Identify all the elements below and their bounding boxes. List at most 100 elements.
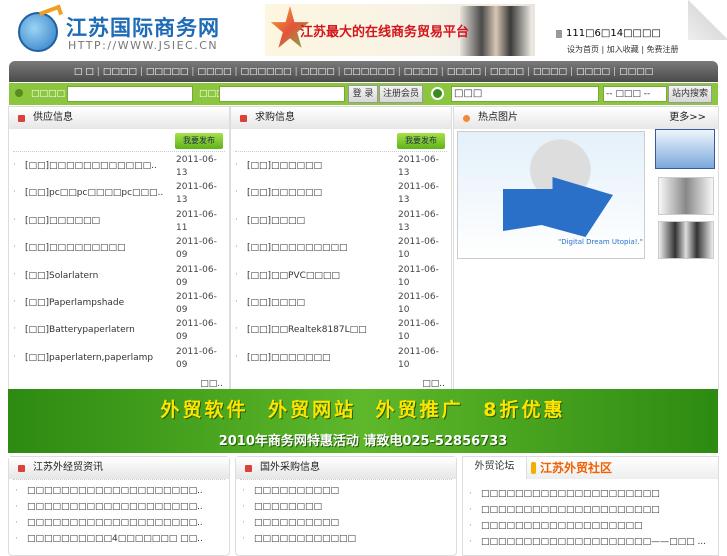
more-link[interactable]: □□.. (422, 379, 445, 389)
item-title[interactable]: [□□]□□□□□□ (247, 161, 322, 171)
nav-item[interactable]: □□□□ (197, 67, 231, 77)
promo-contact: 2010年商务网特惠活动 请致电025-52856733 (218, 434, 508, 449)
item-date: 2011-06-09 (176, 319, 217, 343)
item-title[interactable]: [□□]□□PVC□□□□ (247, 271, 340, 281)
list-item[interactable]: · [□□]pc□□pc□□□□pc□□□.. 2011-06-13 (9, 179, 229, 206)
item-title[interactable]: [□□]□□□□□□□ (247, 353, 331, 363)
list-item[interactable]: · [□□]paperlatern,paperlamp 2011-06-09 (9, 344, 229, 371)
item-title[interactable]: [□□]Batterypaperlatern (25, 325, 135, 335)
main-hot-image[interactable]: "Digital Dream Utopia!." (457, 131, 645, 259)
bullet: · (235, 242, 238, 253)
nav-item[interactable]: □□□□ (533, 67, 567, 77)
list-item[interactable]: □□□□□□□□□□□□□□□□□□□□.. (9, 499, 229, 515)
thumbnail-1[interactable] (655, 129, 715, 169)
bullet: · (13, 160, 16, 170)
post-supply-button[interactable]: 我要发布 (175, 133, 223, 149)
list-item[interactable]: □□□□□□□□□□□□□□□□□□□□.. (9, 515, 229, 531)
category-select[interactable]: -- □□□ -- (603, 86, 667, 102)
list-item[interactable]: · [□□]□□□□□□ 2011-06-13 (231, 152, 451, 179)
list-item[interactable]: · [□□]Batterypaperlatern 2011-06-09 (9, 316, 229, 343)
list-item[interactable]: · [□□]□□□□□□ 2011-06-13 (231, 179, 451, 206)
nav-item[interactable]: □□□□ (103, 67, 137, 77)
site-search-button[interactable]: 站内搜索 (668, 85, 712, 103)
nav-item[interactable]: □□□□ (619, 67, 653, 77)
list-item[interactable]: □□□□□□□□□□ (236, 483, 456, 499)
nav-separator: | (96, 66, 100, 77)
bullet: · (13, 269, 16, 280)
list-item[interactable]: · [□□]Paperlampshade 2011-06-09 (9, 289, 229, 316)
nav-separator: | (613, 66, 617, 77)
promo-banner[interactable]: 外贸软件 外贸网站 外贸推广 8折优惠 2010年商务网特惠活动 请致电025-… (8, 389, 718, 453)
top-links[interactable]: 设为首页 | 加入收藏 | 免费注册 (567, 44, 679, 55)
post-demand-button[interactable]: 我要发布 (397, 133, 445, 149)
bullet: · (235, 187, 238, 198)
item-date: 2011-06-09 (176, 346, 217, 370)
item-date: 2011-06-13 (398, 155, 439, 178)
forum-brand[interactable]: 江苏外贸社区 (540, 459, 612, 476)
nav-item[interactable]: □□□□ (447, 67, 481, 77)
list-item[interactable]: · [□□]□□□□□□□□□ 2011-06-10 (231, 234, 451, 261)
password-input[interactable] (219, 86, 345, 102)
item-title[interactable]: [□□]□□□□□□ (25, 216, 100, 226)
list-item[interactable]: □□□□□□□□□□□□□□□□□□□ (463, 518, 718, 534)
list-item[interactable]: · [□□]□□□□□□□□□□□□.. 2011-06-13 (9, 152, 229, 179)
username-input[interactable] (67, 86, 193, 102)
thumbnail-2[interactable] (658, 177, 714, 215)
people-photo (460, 6, 532, 56)
list-item[interactable]: □□□□□□□□□□□□□□□□□□□□□ (463, 502, 718, 518)
list-item[interactable]: · [□□]□□PVC□□□□ 2011-06-10 (231, 262, 451, 289)
nav-item[interactable]: □□□□□□ (344, 67, 395, 77)
nav-item[interactable]: □□□□□□ (241, 67, 292, 77)
list-item[interactable]: · [□□]Solarlatern 2011-06-09 (9, 262, 229, 289)
list-item[interactable]: · [□□]□□□□□□□ 2011-06-10 (231, 344, 451, 371)
thumbnail-3[interactable] (658, 221, 714, 259)
item-title[interactable]: [□□]□□Realtek8187L□□ (247, 325, 367, 335)
more-link[interactable]: 更多>> (669, 107, 706, 129)
bullet: · (235, 351, 238, 362)
item-title[interactable]: [□□]Solarlatern (25, 271, 98, 281)
item-title[interactable]: [□□]□□□□□□□□□ (247, 243, 348, 253)
item-title[interactable]: [□□]□□□□ (247, 216, 305, 226)
item-title[interactable]: [□□]□□□□□□□□□ (25, 243, 126, 253)
item-title[interactable]: [□□]□□□□□□ (247, 188, 322, 198)
list-item[interactable]: · [□□]□□□□□□ 2011-06-11 (9, 207, 229, 234)
login-button[interactable]: 登 录 (348, 85, 378, 103)
search-icon (431, 87, 444, 100)
bullet: · (235, 160, 238, 170)
item-date: 2011-06-13 (398, 182, 439, 206)
item-title[interactable]: [□□]paperlatern,paperlamp (25, 353, 153, 363)
more-link[interactable]: □□.. (200, 379, 223, 389)
section-icon (240, 115, 247, 122)
list-item[interactable]: □□□□□□□□□□ (236, 515, 456, 531)
item-title[interactable]: [□□]Paperlampshade (25, 298, 124, 308)
page-curl-corner[interactable] (688, 0, 727, 40)
list-item[interactable]: · [□□]□□□□ 2011-06-13 (231, 207, 451, 234)
nav-item[interactable]: □□□□ (576, 67, 610, 77)
bullet: · (13, 242, 16, 253)
site-name[interactable]: 江苏国际商务网 (66, 12, 220, 42)
nav-item[interactable]: □□□□ (404, 67, 438, 77)
list-item[interactable]: □□□□□□□□□□□□□□□□□□□□.. (9, 483, 229, 499)
list-item[interactable]: □□□□□□□□□□□□□□□□□□□□——□□□ ... (463, 534, 718, 550)
item-date: 2011-06-10 (398, 291, 439, 315)
register-button[interactable]: 注册会员 (379, 85, 423, 103)
list-item[interactable]: □□□□□□□□ (236, 499, 456, 515)
section-icon (463, 115, 470, 122)
list-item[interactable]: · [□□]□□Realtek8187L□□ 2011-06-10 (231, 316, 451, 343)
bullet: · (13, 296, 16, 307)
keyword-input[interactable]: □□□ (451, 86, 599, 102)
tab-forum[interactable]: 外贸论坛 (463, 457, 527, 479)
logo-globe-icon[interactable] (18, 12, 58, 52)
item-title[interactable]: [□□]□□□□□□□□□□□□.. (25, 161, 157, 171)
list-item[interactable]: · [□□]□□□□□□□□□ 2011-06-09 (9, 234, 229, 261)
list-item[interactable]: · [□□]□□□□ 2011-06-10 (231, 289, 451, 316)
nav-item[interactable]: □ □ (74, 67, 94, 77)
nav-item[interactable]: □□□□ (490, 67, 524, 77)
nav-item[interactable]: □□□□ (301, 67, 335, 77)
item-title[interactable]: [□□]pc□□pc□□□□pc□□□.. (25, 188, 163, 198)
list-item[interactable]: □□□□□□□□□□□□□□□□□□□□□ (463, 486, 718, 502)
item-title[interactable]: [□□]□□□□ (247, 298, 305, 308)
date-text: 111□6□14□□□□ (566, 28, 661, 39)
bullet: · (235, 296, 238, 307)
nav-item[interactable]: □□□□□ (146, 67, 189, 77)
